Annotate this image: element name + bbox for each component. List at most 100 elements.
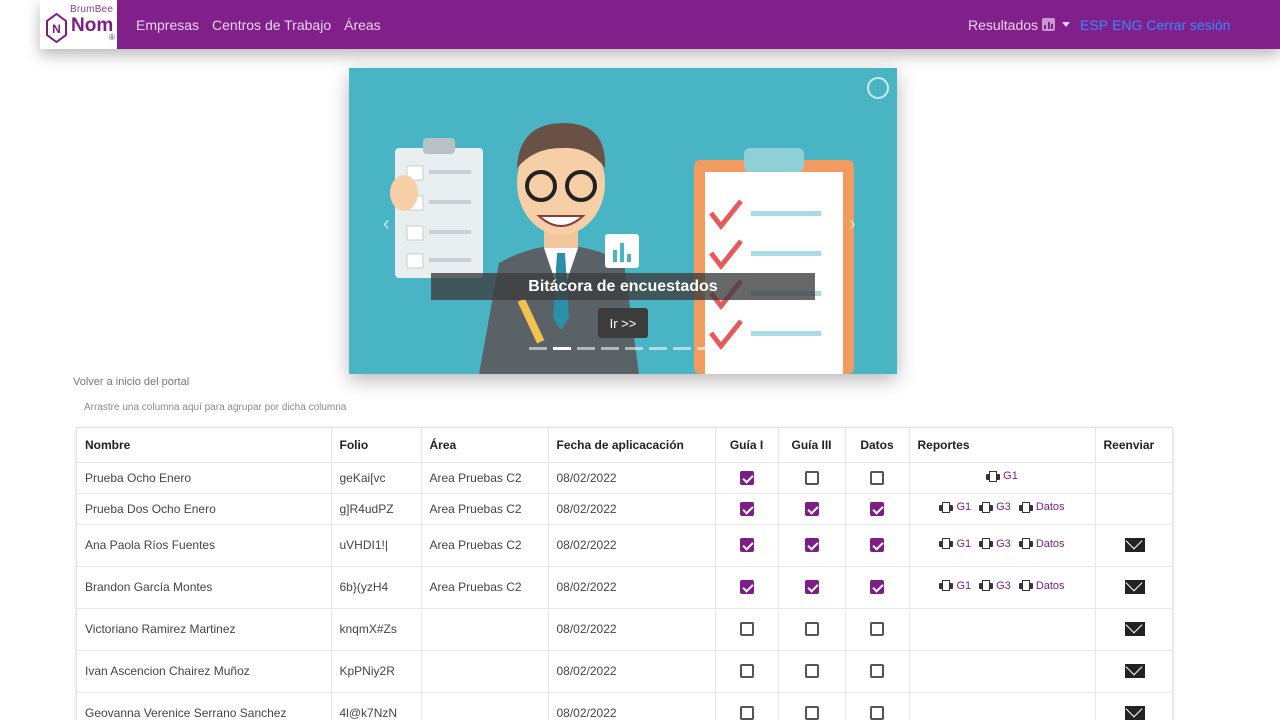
results-dropdown[interactable]: Resultados: [968, 16, 1071, 33]
datos-checkbox[interactable]: [870, 538, 884, 553]
report-datos-link[interactable]: Datos: [1018, 501, 1065, 514]
nav-link-empresas[interactable]: Empresas: [136, 17, 199, 33]
carousel-indicator[interactable]: [529, 347, 547, 350]
report-g1-link[interactable]: G1: [939, 501, 971, 513]
report-g1-link[interactable]: G1: [939, 538, 971, 550]
report-g3-link[interactable]: G3: [979, 501, 1011, 513]
col-header-reportes[interactable]: Reportes: [909, 428, 1096, 463]
cell-area: [421, 608, 549, 651]
back-to-portal-link[interactable]: Volver a inicio del portal: [73, 376, 189, 388]
col-header-folio[interactable]: Folio: [331, 428, 422, 463]
cell-area-text: Area Pruebas C2: [429, 538, 522, 552]
cell-nombre: Victoriano Ramirez Martinez: [77, 608, 332, 651]
cell-nombre-text: Prueba Dos Ocho Enero: [85, 501, 216, 516]
datos-checkbox[interactable]: [870, 470, 884, 485]
col-header-guia-i[interactable]: Guía I: [715, 428, 779, 463]
carousel-indicator[interactable]: [553, 347, 571, 350]
carousel-prev-icon[interactable]: ‹: [383, 213, 390, 236]
report-label: G3: [996, 579, 1011, 592]
envelope-icon[interactable]: [1124, 580, 1145, 595]
col-header-reenviar[interactable]: Reenviar: [1095, 428, 1174, 463]
report-label: G3: [996, 537, 1011, 550]
table-row[interactable]: Brandon García Montes 6b}(yzH4 Area Prueba…: [77, 566, 1174, 609]
carousel-next-icon[interactable]: ›: [849, 213, 856, 236]
table-row[interactable]: Victoriano Ramirez Martinez knqmX#Zs 08/02…: [77, 608, 1174, 651]
cell-reenviar: [1095, 650, 1174, 693]
guia-iii-cell: [778, 650, 846, 693]
cell-fecha-text: 08/02/2022: [556, 706, 617, 720]
datos-checkbox[interactable]: [870, 622, 884, 637]
report-g3-link[interactable]: G3: [979, 538, 1011, 550]
cell-folio-text: 6b}(yzH4: [339, 580, 389, 594]
carousel-indicator[interactable]: [577, 347, 595, 350]
guia-iii-checkbox[interactable]: [804, 538, 819, 553]
brand-badge-letter: N: [52, 22, 61, 36]
cell-reportes: [909, 650, 1096, 693]
nav-link-areas[interactable]: Áreas: [344, 17, 381, 33]
table-row[interactable]: Geovanna Verenice Serrano Sanchez 4l@k7Nz…: [77, 692, 1174, 720]
datos-checkbox[interactable]: [870, 580, 884, 595]
report-g1-link[interactable]: G1: [986, 470, 1018, 482]
cell-fecha: 08/02/2022: [548, 524, 716, 567]
guia-i-checkbox[interactable]: [739, 470, 754, 485]
guia-iii-cell: [778, 493, 846, 525]
logout-link[interactable]: Cerrar sesión: [1146, 17, 1230, 33]
envelope-icon[interactable]: [1124, 664, 1145, 679]
table-row[interactable]: Prueba Dos Ocho Enero g]R4udPZ Area Prueba…: [77, 493, 1174, 525]
nav-link-centros-de-trabajo[interactable]: Centros de Trabajo: [212, 17, 331, 33]
envelope-icon[interactable]: [1124, 622, 1145, 637]
hero-carousel[interactable]: ‹ › Bitácora de encuestados Ir >>: [349, 68, 897, 374]
table-row[interactable]: Prueba Ocho Enero geKai[vc Area Pruebas C2…: [77, 462, 1174, 494]
guia-i-checkbox[interactable]: [739, 622, 754, 637]
table-row[interactable]: Ana Paola Ríos Fuentes uVHDI1!| Area Prueb…: [77, 524, 1174, 567]
cell-fecha-text: 08/02/2022: [556, 622, 617, 636]
cell-fecha-text: 08/02/2022: [556, 664, 617, 678]
guia-i-checkbox[interactable]: [739, 706, 754, 720]
cell-fecha-text: 08/02/2022: [556, 538, 617, 552]
table-body: Prueba Ocho Enero geKai[vc Area Pruebas C2…: [77, 462, 1174, 720]
cell-folio: uVHDI1!|: [331, 524, 422, 567]
carousel-indicator[interactable]: [697, 347, 715, 350]
guia-i-checkbox[interactable]: [739, 664, 754, 679]
col-header-area[interactable]: Área: [421, 428, 549, 463]
printer-icon: [1018, 501, 1033, 513]
guia-i-checkbox[interactable]: [739, 580, 754, 595]
report-g3-link[interactable]: G3: [979, 580, 1011, 592]
hero-go-button[interactable]: Ir >>: [598, 308, 648, 338]
guia-iii-checkbox[interactable]: [804, 706, 819, 720]
envelope-icon[interactable]: [1124, 706, 1145, 720]
report-datos-link[interactable]: Datos: [1018, 538, 1065, 550]
col-header-guia-iii[interactable]: Guía III: [778, 428, 846, 463]
report-label: Datos: [1035, 501, 1065, 514]
guia-i-checkbox[interactable]: [739, 501, 754, 516]
cell-nombre: Prueba Dos Ocho Enero: [77, 493, 332, 525]
guia-iii-checkbox[interactable]: [804, 470, 819, 485]
col-header-fecha[interactable]: Fecha de aplicacación: [548, 428, 716, 463]
guia-iii-checkbox[interactable]: [804, 580, 819, 595]
carousel-indicator[interactable]: [625, 347, 643, 350]
guia-i-checkbox[interactable]: [739, 538, 754, 553]
brand-logo[interactable]: N BrumBee Nom ®: [40, 0, 117, 49]
table-row[interactable]: Ivan Ascencion Chairez Muñoz KpPNiy2R 08/0…: [77, 650, 1174, 693]
guia-iii-checkbox[interactable]: [804, 501, 819, 516]
lang-en-link[interactable]: ENG: [1112, 17, 1142, 33]
carousel-indicator[interactable]: [673, 347, 691, 350]
cell-folio: geKai[vc: [331, 462, 422, 494]
datos-checkbox[interactable]: [870, 501, 884, 516]
guia-iii-checkbox[interactable]: [804, 622, 819, 637]
report-g1-link[interactable]: G1: [939, 580, 971, 592]
envelope-icon[interactable]: [1124, 538, 1145, 553]
report-datos-link[interactable]: Datos: [1018, 580, 1065, 592]
lang-es-link[interactable]: ESP: [1080, 17, 1108, 33]
datos-checkbox[interactable]: [870, 706, 884, 720]
carousel-indicator[interactable]: [601, 347, 619, 350]
datos-checkbox[interactable]: [870, 664, 884, 679]
carousel-indicator[interactable]: [649, 347, 667, 350]
col-header-nombre[interactable]: Nombre: [77, 428, 332, 463]
guia-i-cell: [715, 524, 779, 567]
carousel-settings-icon[interactable]: [867, 77, 889, 99]
cell-reenviar: [1095, 524, 1174, 567]
results-label: Resultados: [968, 16, 1039, 33]
col-header-datos[interactable]: Datos: [845, 428, 910, 463]
guia-iii-checkbox[interactable]: [804, 664, 819, 679]
